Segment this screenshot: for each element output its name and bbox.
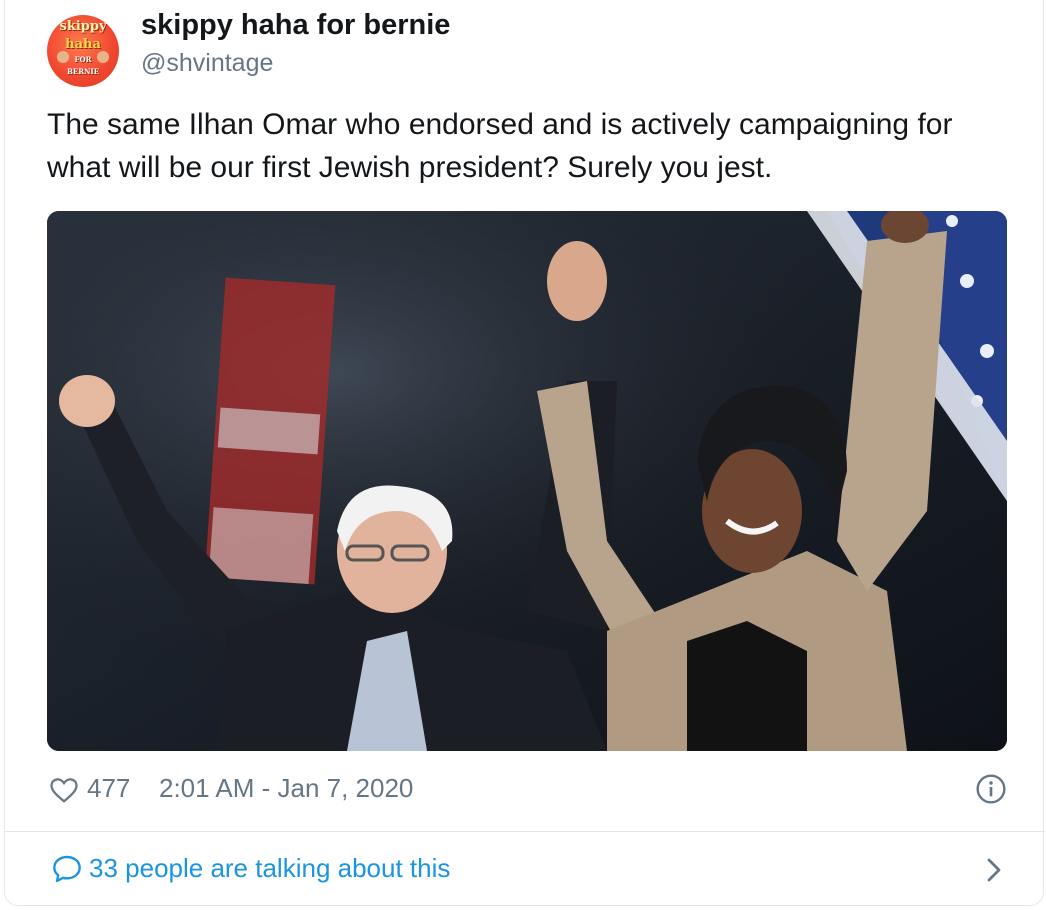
tweet-meta: 477 2:01 AM - Jan 7, 2020 (47, 769, 1007, 813)
avatar-logo-text: BERNIE (66, 67, 100, 76)
tweet-photo[interactable] (47, 211, 1007, 751)
rally-photo-illustration (47, 211, 1007, 751)
display-name[interactable]: skippy haha for bernie (141, 9, 450, 42)
heart-icon[interactable] (49, 775, 79, 805)
speech-bubble-icon (53, 855, 81, 883)
avatar-logo-text: haha (65, 37, 101, 52)
tweet-text: The same Ilhan Omar who endorsed and is … (47, 108, 953, 184)
tweet-timestamp[interactable]: 2:01 AM - Jan 7, 2020 (159, 773, 413, 804)
avatar[interactable]: skippy haha FOR BERNIE (47, 15, 119, 87)
avatar-logo-text: skippy (59, 19, 107, 34)
avatar-logo-text: FOR (74, 55, 92, 64)
tweet-card[interactable]: skippy haha FOR BERNIE skippy haha for b… (4, 0, 1045, 906)
talking-about-text[interactable]: 33 people are talking about this (89, 853, 450, 884)
chevron-right-icon[interactable] (983, 855, 1005, 885)
user-handle[interactable]: @shvintage (141, 49, 273, 78)
divider (5, 831, 1045, 832)
info-icon[interactable] (975, 773, 1007, 805)
like-count[interactable]: 477 (87, 773, 130, 804)
talking-about-link[interactable]: 33 people are talking about this (47, 849, 1007, 893)
